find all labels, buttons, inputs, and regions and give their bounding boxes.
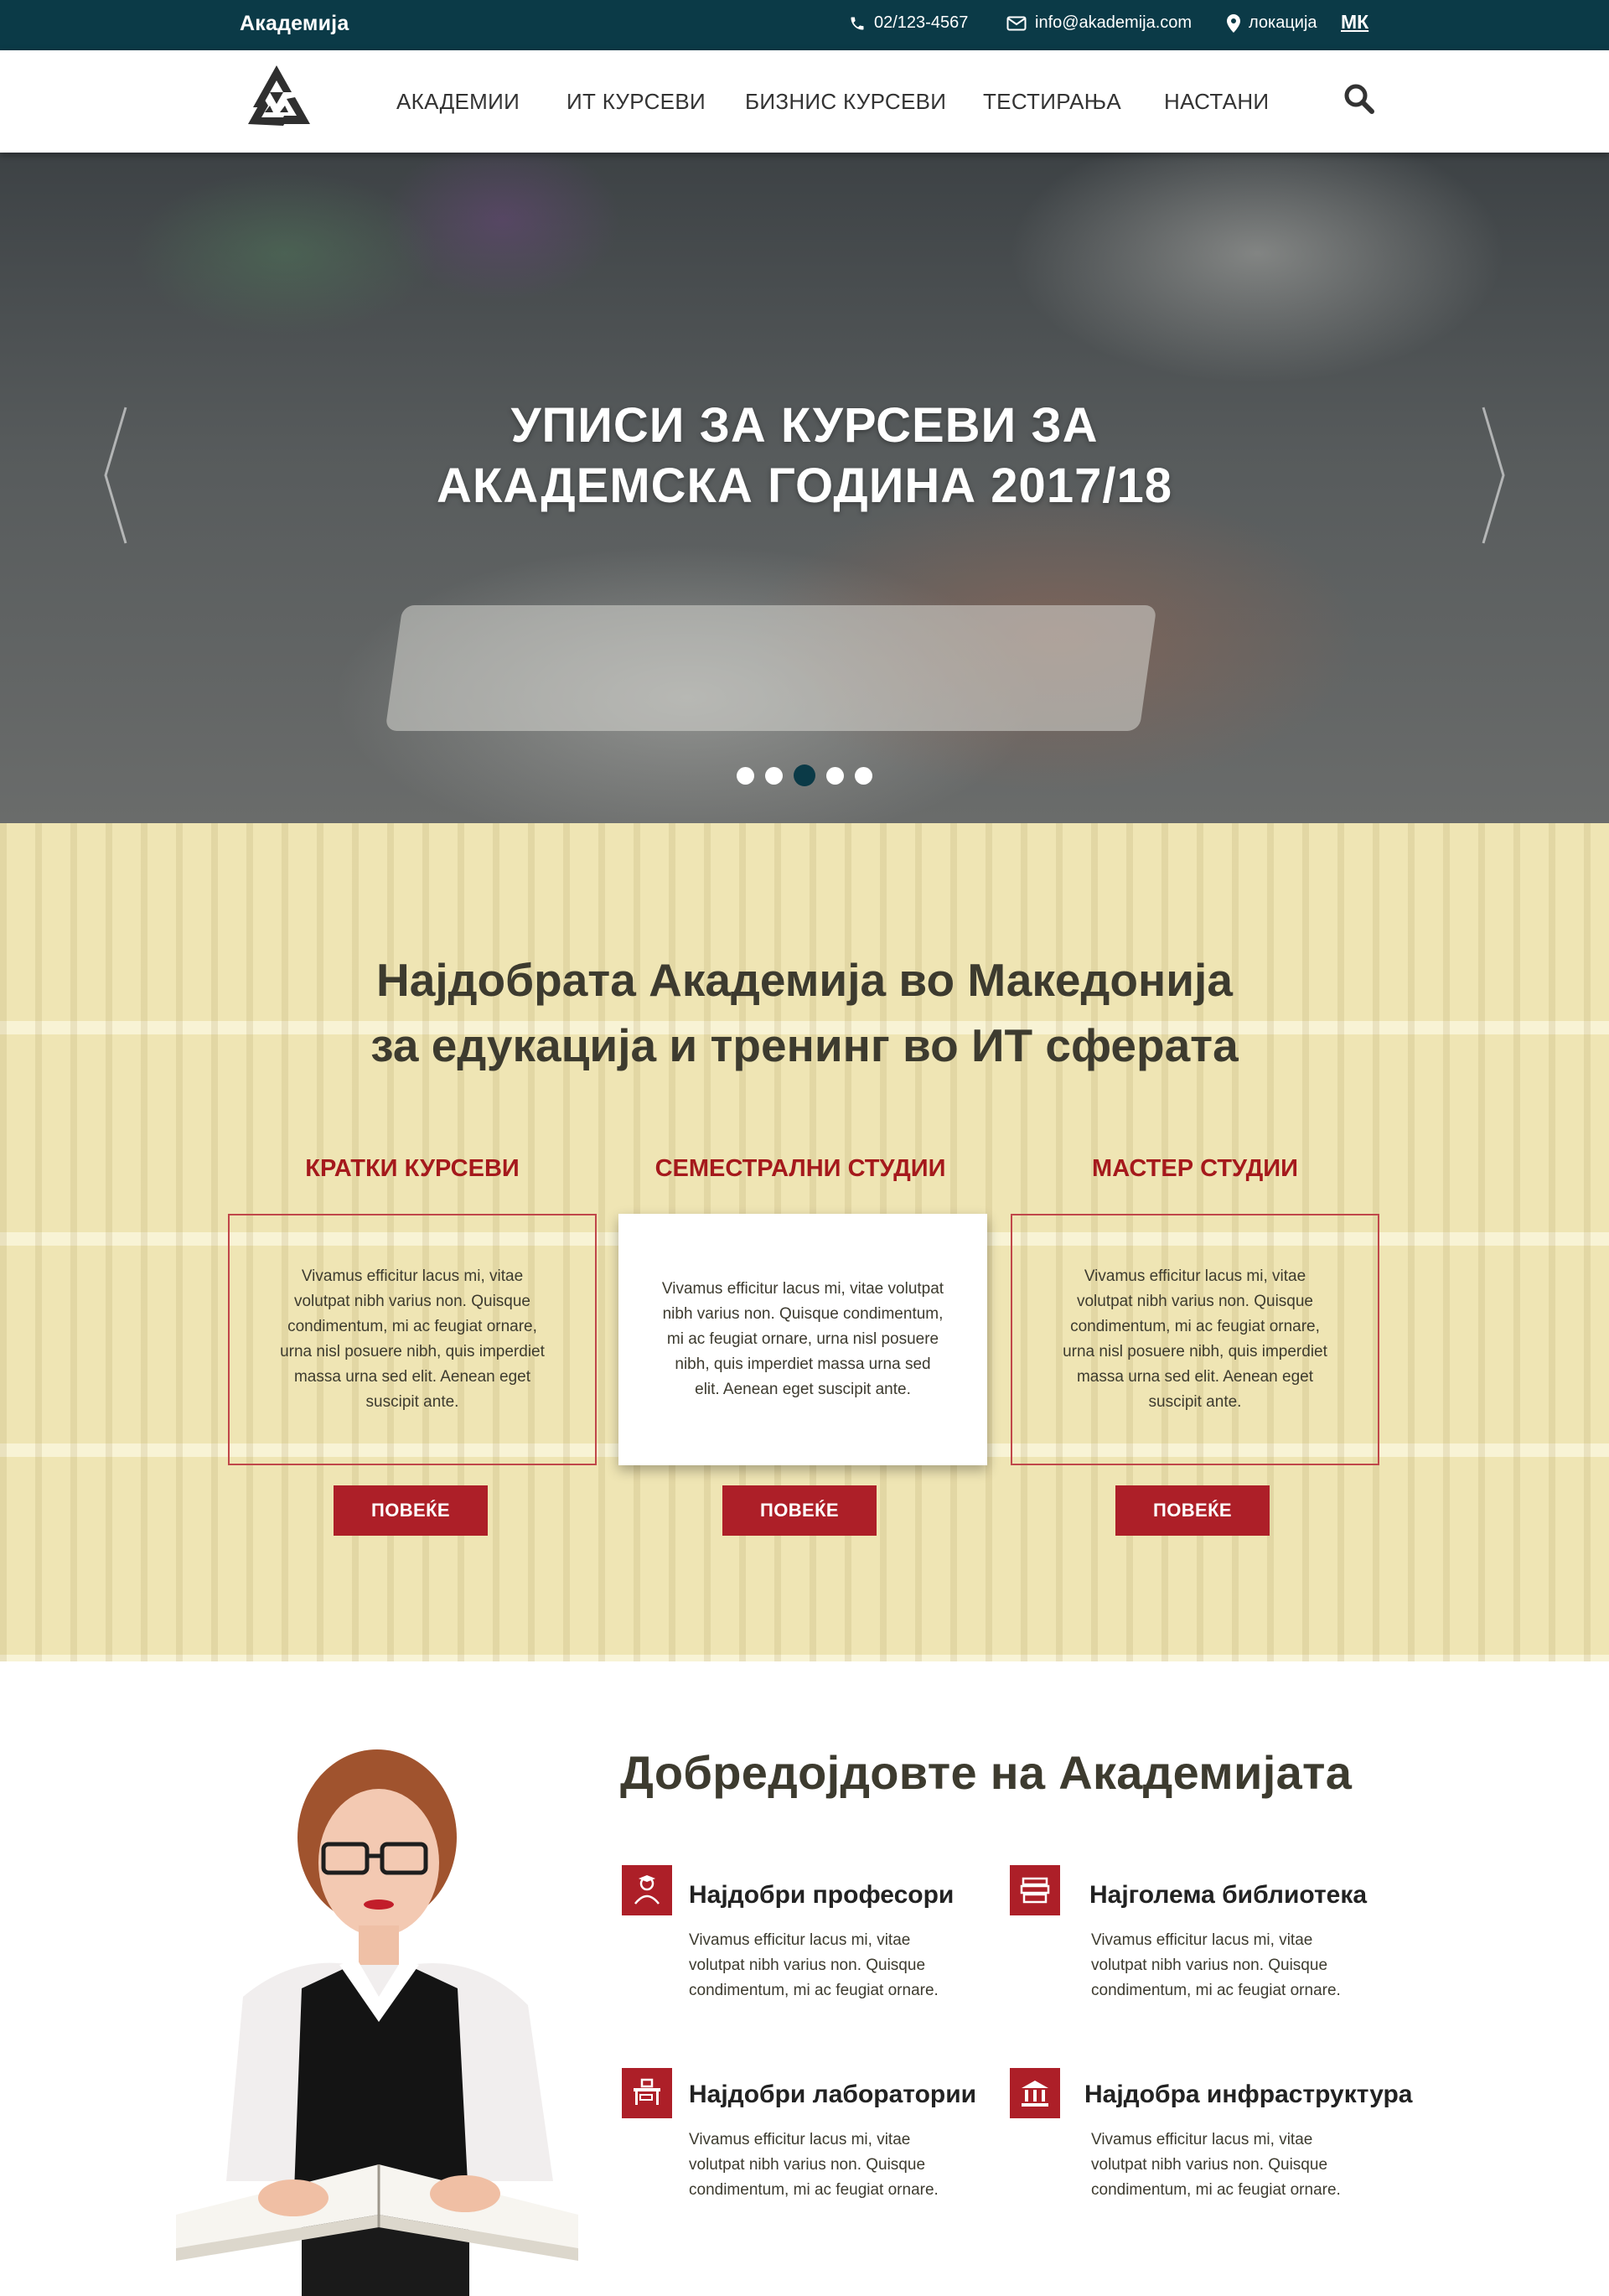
slider-dot-2[interactable]: [765, 766, 783, 785]
slider-next-arrow[interactable]: [1477, 404, 1510, 547]
email-address: info@akademija.com: [1035, 13, 1193, 32]
card-semester-studies: Vivamus efficitur lacus mi, vitae volutp…: [618, 1214, 987, 1465]
feature-title-infrastructure: Најдобра инфраструктура: [1084, 2081, 1413, 2108]
more-button-short-courses[interactable]: ПОВЕЌЕ: [334, 1485, 488, 1536]
slider-prev-arrow[interactable]: [99, 404, 132, 547]
map-pin-icon: [1227, 13, 1240, 33]
hero-title: УПИСИ ЗА КУРСЕВИ ЗА АКАДЕМСКА ГОДИНА 201…: [0, 396, 1609, 516]
nav-item-academies[interactable]: АКАДЕМИИ: [396, 89, 520, 115]
nav-item-testing[interactable]: ТЕСТИРАЊА: [983, 89, 1121, 115]
column-title-short-courses: КРАТКИ КУРСЕВИ: [305, 1155, 520, 1182]
search-button[interactable]: [1343, 82, 1379, 119]
column-title-master-studies: МАСТЕР СТУДИИ: [1092, 1155, 1298, 1182]
card-text: Vivamus efficitur lacus mi, vitae volutp…: [1063, 1267, 1327, 1411]
building-icon: [1010, 2068, 1060, 2118]
more-button-master-studies[interactable]: ПОВЕЌЕ: [1115, 1485, 1270, 1536]
academy-logo[interactable]: [236, 60, 317, 141]
column-title-semester-studies: СЕМЕСТРАЛНИ СТУДИИ: [654, 1155, 946, 1182]
feature-text-laboratories: Vivamus efficitur lacus mi, vitae volutp…: [689, 2131, 939, 2199]
hero-title-line-1: УПИСИ ЗА КУРСЕВИ ЗА: [510, 398, 1099, 453]
phone-number: 02/123-4567: [874, 13, 969, 32]
card-short-courses: Vivamus efficitur lacus mi, vitae volutp…: [228, 1214, 597, 1465]
nav-item-events[interactable]: НАСТАНИ: [1164, 89, 1269, 115]
slider-dot-3[interactable]: [794, 764, 815, 786]
hero-slider: УПИСИ ЗА КУРСЕВИ ЗА АКАДЕМСКА ГОДИНА 201…: [0, 153, 1609, 823]
phone-contact[interactable]: 02/123-4567: [849, 13, 968, 33]
nav-item-business-courses[interactable]: БИЗНИС КУРСЕВИ: [745, 89, 946, 115]
feature-text-library: Vivamus efficitur lacus mi, vitae volutp…: [1091, 1931, 1341, 1999]
location-label: локација: [1249, 13, 1317, 32]
nav-item-it-courses[interactable]: ИТ КУРСЕВИ: [567, 89, 706, 115]
search-icon: [1344, 84, 1374, 114]
feature-text-professors: Vivamus efficitur lacus mi, vitae volutp…: [689, 1931, 939, 1999]
welcome-section: Добредојдовте на Академијата Најдобри пр…: [0, 1661, 1609, 2296]
professor-icon: [622, 1865, 672, 1915]
phone-icon: [849, 15, 866, 32]
site-brand[interactable]: Академија: [240, 12, 349, 36]
slider-dots: [0, 764, 1609, 786]
academy-heading-line-2: за едукација и тренинг во ИТ сферата: [370, 1019, 1239, 1071]
slider-dot-5[interactable]: [855, 766, 872, 785]
language-switcher[interactable]: МК: [1341, 11, 1368, 34]
card-text: Vivamus efficitur lacus mi, vitae volutp…: [661, 1280, 944, 1398]
slider-dot-4[interactable]: [826, 766, 844, 785]
top-bar: Академија 02/123-4567 info@akademija.com…: [0, 0, 1609, 50]
envelope-icon: [1006, 16, 1027, 31]
hero-background-keyboard: [385, 605, 1157, 731]
more-button-semester-studies[interactable]: ПОВЕЌЕ: [722, 1485, 877, 1536]
feature-title-library: Најголема библиотека: [1089, 1881, 1368, 1909]
chevron-left-icon: [104, 407, 127, 544]
hero-title-line-2: АКАДЕМСКА ГОДИНА 2017/18: [437, 459, 1172, 513]
woman-reading-image: [176, 1749, 578, 2296]
card-text: Vivamus efficitur lacus mi, vitae volutp…: [280, 1267, 545, 1411]
triangle-knot-logo-icon: [248, 65, 310, 126]
chevron-right-icon: [1482, 407, 1505, 544]
slider-dot-1[interactable]: [737, 766, 754, 785]
academy-section: Најдобрата Академија во Македонија за ед…: [0, 823, 1609, 1661]
lab-desk-icon: [622, 2068, 672, 2118]
books-icon: [1010, 1865, 1060, 1915]
main-navigation: АКАДЕМИИ ИТ КУРСЕВИ БИЗНИС КУРСЕВИ ТЕСТИ…: [0, 50, 1609, 153]
academy-heading-line-1: Најдобрата Академија во Македонија: [376, 954, 1233, 1006]
feature-title-professors: Најдобри професори: [689, 1881, 955, 1909]
feature-text-infrastructure: Vivamus efficitur lacus mi, vitae volutp…: [1091, 2131, 1341, 2199]
academy-heading: Најдобрата Академија во Македонија за ед…: [0, 947, 1609, 1078]
card-master-studies: Vivamus efficitur lacus mi, vitae volutp…: [1011, 1214, 1379, 1465]
welcome-title: Добредојдовте на Академијата: [620, 1746, 1353, 1799]
location-link[interactable]: локација: [1227, 13, 1317, 33]
feature-title-laboratories: Најдобри лаборатории: [689, 2081, 977, 2108]
email-contact[interactable]: info@akademija.com: [1006, 13, 1192, 33]
